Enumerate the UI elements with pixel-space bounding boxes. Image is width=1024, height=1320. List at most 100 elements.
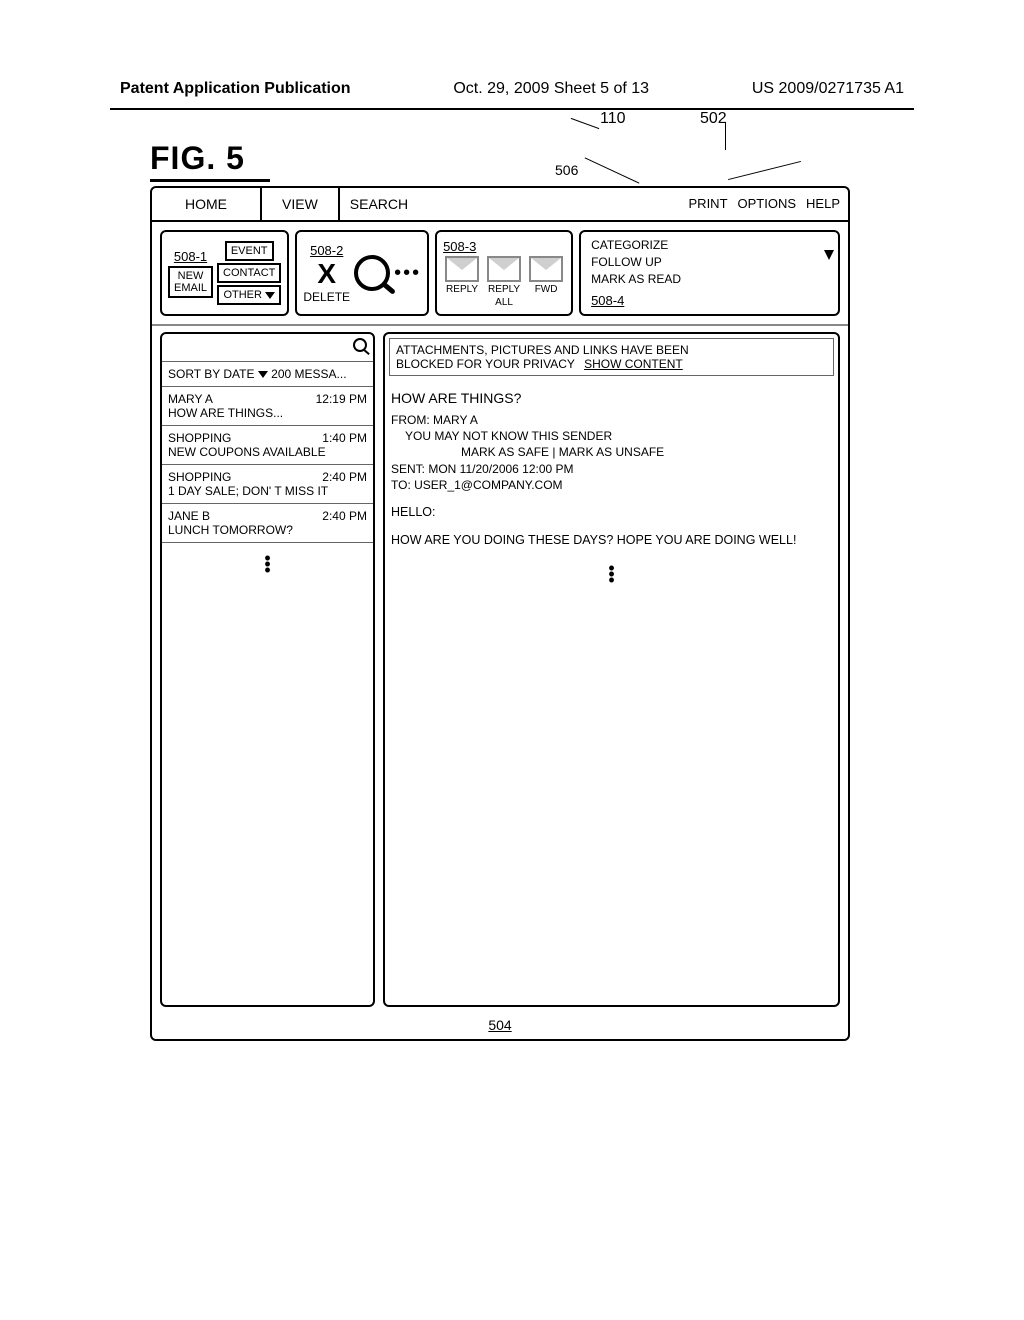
search-icon (353, 338, 367, 352)
list-item-from: SHOPPING (168, 470, 231, 484)
unknown-sender-line: YOU MAY NOT KNOW THIS SENDER (391, 428, 832, 444)
sort-label: SORT BY DATE (168, 367, 254, 381)
contact-button[interactable]: CONTACT (217, 263, 281, 283)
list-item-top: MARY A 12:19 PM (168, 392, 367, 406)
count-label: 200 MESSA... (271, 367, 346, 381)
vertical-ellipsis-icon: ••• (162, 543, 373, 585)
ref-508-1: 508-1 (174, 249, 207, 264)
toolbar: 508-1 NEW EMAIL EVENT CONTACT OTHER (152, 222, 848, 326)
forward-button[interactable]: FWD (527, 256, 565, 295)
message-list-pane: SORT BY DATE 200 MESSA... MARY A 12:19 P… (160, 332, 375, 1007)
ref-506: 506 (555, 162, 578, 178)
delete-button[interactable]: X DELETE (303, 260, 350, 304)
header-left: Patent Application Publication (120, 80, 351, 98)
to-line: TO: USER_1@COMPANY.COM (391, 477, 832, 493)
ref-502: 502 (700, 110, 727, 128)
search-label: SEARCH (340, 188, 681, 220)
menu-print[interactable]: PRINT (689, 196, 728, 212)
figure-label: FIG. 5 (150, 140, 850, 177)
reply-all-label-2: ALL (495, 297, 513, 308)
app-window: HOME VIEW SEARCH PRINT OPTIONS HELP 508-… (150, 186, 850, 1041)
menu-help[interactable]: HELP (806, 196, 840, 212)
ref-110: 110 (600, 110, 626, 128)
mark-as-read-button[interactable]: MARK AS READ (591, 272, 681, 286)
respond-buttons-row: REPLY REPLY ALL FWD (443, 256, 565, 308)
new-email-line1: NEW (178, 270, 204, 282)
list-item-time: 12:19 PM (316, 392, 367, 406)
envelope-icon (487, 256, 521, 282)
new-email-button[interactable]: NEW EMAIL (168, 266, 213, 298)
leadline-502 (725, 122, 726, 150)
magnifier-icon[interactable] (354, 255, 390, 291)
preview-body: HELLO: HOW ARE YOU DOING THESE DAYS? HOP… (385, 499, 838, 553)
privacy-line2: BLOCKED FOR YOUR PRIVACY (396, 357, 575, 371)
list-item-time: 2:40 PM (322, 470, 367, 484)
doc-header: Patent Application Publication Oct. 29, … (0, 0, 1024, 108)
new-email-line2: EMAIL (174, 282, 207, 294)
list-item-top: SHOPPING 1:40 PM (168, 431, 367, 445)
find-cluster: ••• (354, 255, 421, 291)
fwd-label: FWD (535, 284, 558, 295)
preview-subject: HOW ARE THINGS? (385, 380, 838, 412)
other-dropdown[interactable]: OTHER (217, 285, 281, 305)
figure-area: FIG. 5 110 502 506 HOME VIEW SEARCH PRIN… (150, 140, 850, 1041)
list-item-subject: NEW COUPONS AVAILABLE (168, 445, 367, 459)
sort-row[interactable]: SORT BY DATE 200 MESSA... (162, 362, 373, 387)
header-center: Oct. 29, 2009 Sheet 5 of 13 (453, 80, 649, 98)
list-item-from: JANE B (168, 509, 210, 523)
toolbar-group-delete: 508-2 X DELETE ••• (295, 230, 429, 316)
list-item[interactable]: SHOPPING 1:40 PM NEW COUPONS AVAILABLE (162, 426, 373, 465)
list-item-time: 2:40 PM (322, 509, 367, 523)
list-item-subject: HOW ARE THINGS... (168, 406, 367, 420)
preview-spacer (385, 595, 838, 1005)
list-search-row[interactable] (162, 334, 373, 362)
header-rule (110, 108, 914, 110)
tab-home[interactable]: HOME (152, 188, 262, 220)
new-stack-left: 508-1 NEW EMAIL (168, 249, 213, 298)
list-item-subject: 1 DAY SALE; DON' T MISS IT (168, 484, 367, 498)
menu-options[interactable]: OPTIONS (738, 196, 797, 212)
privacy-line1: ATTACHMENTS, PICTURES AND LINKS HAVE BEE… (396, 343, 689, 357)
envelope-icon (445, 256, 479, 282)
categorize-button[interactable]: CATEGORIZE (591, 238, 681, 252)
chevron-down-icon (265, 292, 275, 299)
list-item-time: 1:40 PM (322, 431, 367, 445)
ref-508-3: 508-3 (443, 239, 476, 254)
new-stack-right: EVENT CONTACT OTHER (217, 241, 281, 305)
reply-all-button[interactable]: REPLY ALL (485, 256, 523, 308)
body-line2: HOW ARE YOU DOING THESE DAYS? HOPE YOU A… (391, 533, 832, 547)
delete-label: DELETE (303, 290, 350, 304)
show-content-link[interactable]: SHOW CONTENT (584, 357, 683, 371)
mark-safe-unsafe[interactable]: MARK AS SAFE | MARK AS UNSAFE (391, 444, 832, 460)
respond-stack: 508-3 REPLY REPLY ALL (443, 239, 565, 308)
from-line: FROM: MARY A (391, 412, 832, 428)
toolbar-group-respond: 508-3 REPLY REPLY ALL (435, 230, 573, 316)
chevron-down-icon (258, 371, 268, 378)
list-item[interactable]: MARY A 12:19 PM HOW ARE THINGS... (162, 387, 373, 426)
preview-meta: FROM: MARY A YOU MAY NOT KNOW THIS SENDE… (385, 412, 838, 499)
menubar: HOME VIEW SEARCH PRINT OPTIONS HELP (152, 188, 848, 222)
ellipsis-icon: ••• (394, 262, 421, 285)
sent-line: SENT: MON 11/20/2006 12:00 PM (391, 461, 832, 477)
tab-view[interactable]: VIEW (262, 188, 340, 220)
list-item-top: JANE B 2:40 PM (168, 509, 367, 523)
reply-button[interactable]: REPLY (443, 256, 481, 295)
list-item-top: SHOPPING 2:40 PM (168, 470, 367, 484)
reply-label: REPLY (446, 284, 478, 295)
ref-508-2: 508-2 (310, 243, 343, 258)
body-line1: HELLO: (391, 505, 832, 519)
ref-508-4: 508-4 (591, 293, 681, 308)
leadline-110 (571, 118, 600, 129)
preview-pane: ATTACHMENTS, PICTURES AND LINKS HAVE BEE… (383, 332, 840, 1007)
header-right: US 2009/0271735 A1 (752, 80, 904, 98)
list-item[interactable]: JANE B 2:40 PM LUNCH TOMORROW? (162, 504, 373, 543)
list-item[interactable]: SHOPPING 2:40 PM 1 DAY SALE; DON' T MISS… (162, 465, 373, 504)
list-item-subject: LUNCH TOMORROW? (168, 523, 367, 537)
arrow-down-icon (824, 250, 834, 260)
list-item-from: MARY A (168, 392, 213, 406)
other-label: OTHER (223, 289, 262, 301)
list-item-from: SHOPPING (168, 431, 231, 445)
event-button[interactable]: EVENT (225, 241, 274, 261)
follow-up-button[interactable]: FOLLOW UP (591, 255, 681, 269)
vertical-ellipsis-icon: ••• (385, 553, 838, 595)
